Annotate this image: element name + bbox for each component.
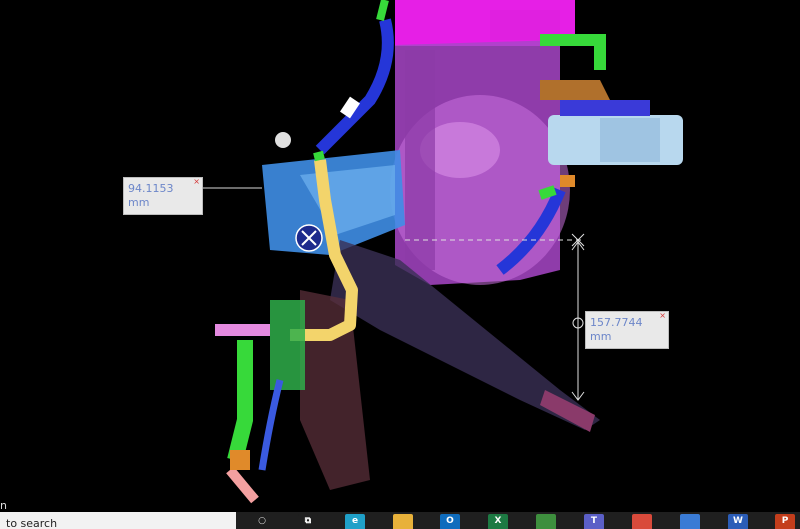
connector-detail: [600, 118, 660, 162]
search-icon[interactable]: ○: [252, 514, 272, 529]
windows-taskbar: to search ○ ⧉ e O X T W P: [0, 512, 800, 529]
measurement-horizontal-value: 94.1153 mm: [128, 182, 174, 209]
taskbar-photos-icon[interactable]: [680, 514, 700, 529]
taskbar-excel-glyph: X: [494, 516, 502, 526]
taskbar-teams-glyph: T: [590, 516, 598, 526]
taskbar-chrome-icon[interactable]: [632, 514, 652, 529]
green-pipe-lower: [227, 340, 253, 462]
orange-tag: [560, 175, 575, 187]
measurement-vertical-value: 157.7744 mm: [590, 316, 643, 343]
partial-side-text: n: [0, 499, 7, 512]
taskbar-outlook-icon[interactable]: O: [440, 514, 460, 529]
taskbar-edge-glyph: e: [351, 516, 359, 526]
connector-mount: [560, 100, 650, 116]
taskbar-excel-icon[interactable]: X: [488, 514, 508, 529]
taskbar-powerpoint-icon[interactable]: P: [775, 514, 795, 529]
blue-wire: [258, 379, 284, 471]
measurement-vertical-label[interactable]: 157.7744 mm ×: [585, 311, 669, 349]
taskbar-teams-icon[interactable]: T: [584, 514, 604, 529]
green-fitting-right: [538, 185, 557, 200]
taskbar-powerpoint-glyph: P: [781, 516, 789, 526]
green-fitting-top: [376, 0, 389, 21]
cad-3d-viewport[interactable]: 94.1153 mm × 157.7744 mm × n: [0, 0, 800, 512]
taskbar-task-view-glyph: ⧉: [304, 516, 312, 526]
orange-clip: [230, 450, 250, 470]
brown-pipe: [540, 80, 610, 100]
taskbar-outlook-glyph: O: [446, 516, 454, 526]
lower-bracket: [300, 290, 370, 490]
green-module: [270, 300, 305, 390]
pink-end: [226, 466, 259, 504]
assembly-model: [198, 0, 683, 504]
measurement-vertical-close-icon[interactable]: ×: [659, 311, 666, 321]
grey-bolt: [275, 132, 291, 148]
taskbar-word-glyph: W: [733, 516, 743, 526]
taskbar-file-explorer-icon[interactable]: [393, 514, 413, 529]
measurement-horizontal-label[interactable]: 94.1153 mm ×: [123, 177, 203, 215]
purple-flange: [405, 50, 435, 270]
taskbar-app-green-icon[interactable]: [536, 514, 556, 529]
taskbar-word-icon[interactable]: W: [728, 514, 748, 529]
taskbar-edge-icon[interactable]: e: [345, 514, 365, 529]
blue-hose-upper: [315, 18, 394, 155]
green-tube-fitting: [313, 150, 325, 162]
taskbar-search-placeholder: to search: [6, 517, 58, 529]
measurement-horizontal-close-icon[interactable]: ×: [193, 177, 200, 187]
white-clip: [340, 96, 360, 119]
taskbar-search-box[interactable]: to search: [0, 512, 236, 529]
taskbar-task-view-icon[interactable]: ⧉: [298, 514, 318, 529]
